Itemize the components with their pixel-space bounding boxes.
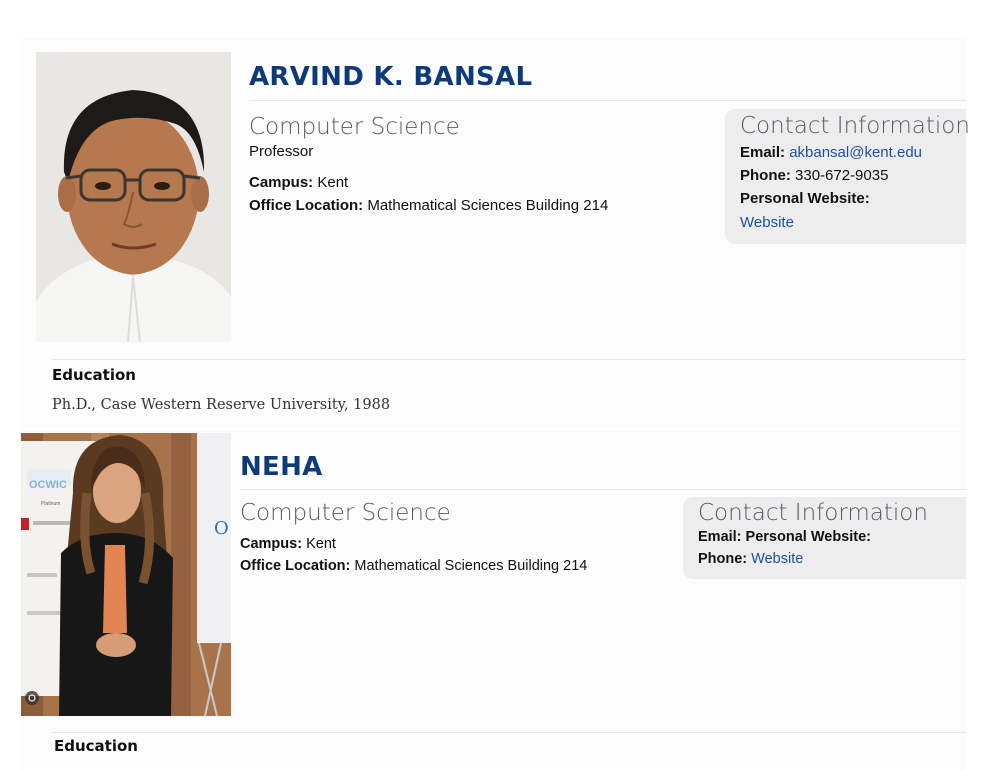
email-link[interactable]: akbansal@kent.edu bbox=[789, 144, 922, 161]
phone-label: Phone: bbox=[740, 167, 791, 184]
contact-heading: Contact Information bbox=[698, 500, 928, 526]
profile-name: ARVIND K. BANSAL bbox=[249, 62, 533, 92]
website-row: Website bbox=[740, 214, 794, 231]
education-divider bbox=[52, 732, 966, 733]
website-label-row: Personal Website: bbox=[740, 190, 870, 207]
svg-text:O: O bbox=[214, 518, 229, 539]
contact-heading: Contact Information bbox=[740, 113, 970, 139]
poster-sign-text: OCWIC bbox=[29, 479, 67, 491]
phone-value: 330-672-9035 bbox=[795, 167, 889, 184]
education-heading: Education bbox=[52, 366, 136, 384]
header-divider bbox=[240, 489, 966, 490]
profile-photo-bansal[interactable] bbox=[36, 52, 231, 342]
campus-value: Kent bbox=[306, 536, 336, 552]
campus-row: Campus: Kent bbox=[240, 536, 336, 552]
campus-label: Campus: bbox=[249, 174, 314, 191]
education-heading: Education bbox=[54, 737, 138, 755]
poster-badge-text: Platinum bbox=[41, 501, 60, 507]
education-divider bbox=[52, 359, 966, 360]
office-row: Office Location: Mathematical Sciences B… bbox=[240, 558, 587, 574]
office-label: Office Location: bbox=[240, 558, 351, 574]
website-link[interactable]: Website bbox=[751, 551, 803, 567]
office-value: Mathematical Sciences Building 214 bbox=[354, 558, 588, 574]
job-title: Professor bbox=[249, 143, 314, 160]
header-divider bbox=[249, 100, 966, 101]
phone-label: Phone: bbox=[698, 551, 748, 567]
email-label: Email: bbox=[698, 529, 742, 545]
website-label: Personal Website: bbox=[740, 190, 870, 207]
phone-row: Phone: 330-672-9035 bbox=[740, 167, 888, 184]
faculty-directory-page: ARVIND K. BANSAL Computer Science Profes… bbox=[0, 0, 994, 770]
office-value: Mathematical Sciences Building 214 bbox=[367, 197, 609, 214]
phone-row: Phone: Website bbox=[698, 551, 803, 567]
department: Computer Science bbox=[249, 114, 460, 140]
department: Computer Science bbox=[240, 500, 451, 526]
education-entry: Ph.D., Case Western Reserve University, … bbox=[52, 397, 391, 413]
campus-label: Campus: bbox=[240, 536, 303, 552]
profile-photo-neha[interactable]: OCWIC Platinum O bbox=[21, 433, 231, 716]
email-row: Email: Personal Website: bbox=[698, 529, 871, 545]
website-label: Personal Website: bbox=[745, 529, 871, 545]
office-label: Office Location: bbox=[249, 197, 364, 214]
profile-name: NEHA bbox=[240, 452, 323, 482]
email-row: Email: akbansal@kent.edu bbox=[740, 144, 922, 161]
website-link[interactable]: Website bbox=[740, 214, 794, 231]
campus-row: Campus: Kent bbox=[249, 174, 348, 191]
campus-value: Kent bbox=[317, 174, 349, 191]
email-label: Email: bbox=[740, 144, 786, 161]
office-row: Office Location: Mathematical Sciences B… bbox=[249, 197, 608, 214]
